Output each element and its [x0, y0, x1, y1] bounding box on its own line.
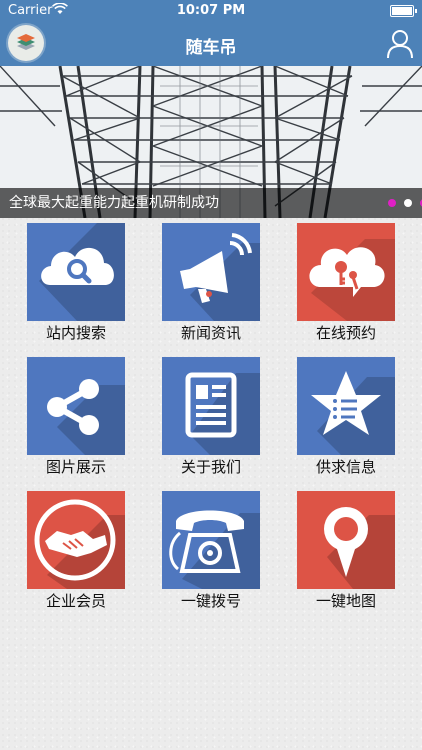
menu-tile-label[interactable]: 在线预约	[281, 322, 411, 343]
banner-caption-text: 全球最大起重能力起重机研制成功	[9, 195, 219, 211]
megaphone-icon	[180, 233, 260, 321]
handshake-icon	[34, 499, 125, 589]
menu-tile-label[interactable]: 图片展示	[11, 456, 141, 477]
menu-tile[interactable]	[162, 223, 260, 321]
menu-tile[interactable]	[27, 491, 125, 589]
document-icon	[185, 372, 260, 455]
map-pin-icon	[324, 507, 395, 589]
menu-tile[interactable]	[162, 357, 260, 455]
menu-tile-label[interactable]: 关于我们	[146, 456, 276, 477]
menu-tile[interactable]	[27, 223, 125, 321]
cloud-search-icon	[39, 223, 125, 321]
menu-tile[interactable]	[297, 357, 395, 455]
clock: 10:07 PM	[176, 3, 246, 18]
carousel-dot[interactable]	[404, 199, 412, 207]
menu-tile-label[interactable]: 企业会员	[11, 590, 141, 611]
menu-tile-label[interactable]: 新闻资讯	[146, 322, 276, 343]
menu-tile-label[interactable]: 供求信息	[281, 456, 411, 477]
nav-bar: 随车吊	[0, 22, 422, 66]
banner-carousel[interactable]: 全球最大起重能力起重机研制成功	[0, 66, 422, 218]
menu-tile-label[interactable]: 一键拨号	[146, 590, 276, 611]
menu-tile[interactable]	[162, 491, 260, 589]
menu-tile[interactable]	[297, 491, 395, 589]
status-bar: Carrier 10:07 PM	[0, 0, 422, 22]
cloud-keys-icon	[309, 239, 395, 321]
header: Carrier 10:07 PM 随车吊	[0, 0, 422, 66]
user-icon[interactable]	[386, 29, 414, 59]
carousel-dot[interactable]	[388, 199, 396, 207]
menu-tile[interactable]	[27, 357, 125, 455]
battery-icon	[390, 5, 417, 17]
star-list-icon	[311, 371, 395, 455]
banner-caption: 全球最大起重能力起重机研制成功	[0, 188, 422, 218]
menu-tile[interactable]	[297, 223, 395, 321]
menu-tile-label[interactable]: 一键地图	[281, 590, 411, 611]
menu-tile-label[interactable]: 站内搜索	[11, 322, 141, 343]
share-icon	[47, 379, 125, 455]
telephone-icon	[169, 510, 260, 589]
page-title: 随车吊	[185, 38, 237, 58]
